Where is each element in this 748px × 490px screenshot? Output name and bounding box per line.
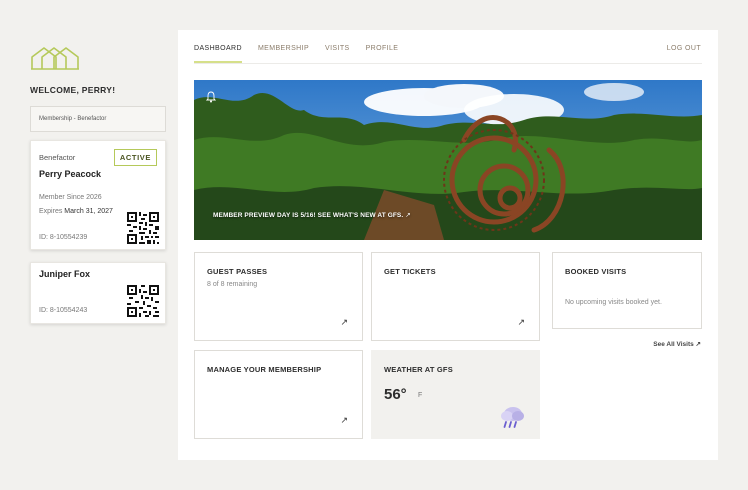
logout-link[interactable]: LOG OUT xyxy=(667,45,701,52)
tab-membership[interactable]: MEMBERSHIP xyxy=(258,45,309,63)
arrow-up-right-icon: ↗ xyxy=(340,415,348,425)
hero-text: MEMBER PREVIEW DAY IS 5/16! SEE WHAT'S N… xyxy=(213,212,404,219)
nav-divider xyxy=(194,63,702,64)
expires-label: Expires xyxy=(39,208,63,215)
tile-title: GUEST PASSES xyxy=(207,267,268,276)
member-since: Member Since 2026 xyxy=(39,194,102,201)
tile-title: GET TICKETS xyxy=(384,267,436,276)
hero-link[interactable]: MEMBER PREVIEW DAY IS 5/16! SEE WHAT'S N… xyxy=(213,211,411,219)
member-card-primary[interactable]: Benefactor ACTIVE Perry Peacock Member S… xyxy=(30,140,166,250)
manage-membership-tile[interactable]: MANAGE YOUR MEMBERSHIP ↗ xyxy=(194,350,363,439)
weather-unit: F xyxy=(418,392,423,399)
guest-passes-remaining: 8 of 8 remaining xyxy=(207,281,258,288)
see-all-visits-link[interactable]: See All Visits ↗ xyxy=(653,340,701,348)
weather-temperature: 56° xyxy=(384,386,407,403)
member-name: Juniper Fox xyxy=(39,269,91,279)
membership-select[interactable]: Membership - Benefactor xyxy=(30,106,166,132)
tab-visits[interactable]: VISITS xyxy=(325,45,350,63)
member-tier: Benefactor xyxy=(39,153,76,162)
qr-code-icon[interactable] xyxy=(127,212,159,244)
arrow-up-right-icon: ↗ xyxy=(517,317,525,327)
member-expires: Expires March 31, 2027 xyxy=(39,206,113,217)
member-id: ID: 8-10554239 xyxy=(39,234,88,241)
weather-tile: WEATHER AT GFS 56° F xyxy=(371,350,540,439)
member-card-secondary[interactable]: Juniper Fox ID: 8-10554243 xyxy=(30,262,166,324)
member-name: Perry Peacock xyxy=(39,169,102,179)
booked-visits-empty: No upcoming visits booked yet. xyxy=(565,299,662,306)
tile-title: WEATHER AT GFS xyxy=(384,365,453,374)
booked-visits-tile: BOOKED VISITS No upcoming visits booked … xyxy=(552,252,702,329)
member-id: ID: 8-10554243 xyxy=(39,307,88,314)
dashboard-panel: DASHBOARD MEMBERSHIP VISITS PROFILE LOG … xyxy=(178,30,718,460)
expires-date: March 31, 2027 xyxy=(64,208,113,215)
arrow-up-right-icon: ↗ xyxy=(340,317,348,327)
get-tickets-tile[interactable]: GET TICKETS ↗ xyxy=(371,252,540,341)
tile-title: MANAGE YOUR MEMBERSHIP xyxy=(207,365,322,374)
hero-banner[interactable]: MEMBER PREVIEW DAY IS 5/16! SEE WHAT'S N… xyxy=(194,80,702,240)
welcome-heading: WELCOME, PERRY! xyxy=(30,85,116,95)
logo[interactable] xyxy=(30,45,80,71)
rain-cloud-icon xyxy=(501,407,524,428)
tab-profile[interactable]: PROFILE xyxy=(366,45,399,63)
guest-passes-tile[interactable]: GUEST PASSES 8 of 8 remaining ↗ xyxy=(194,252,363,341)
status-badge: ACTIVE xyxy=(113,149,157,166)
qr-code-icon[interactable] xyxy=(127,285,159,317)
arrow-up-right-icon: ↗ xyxy=(405,212,411,219)
tile-title: BOOKED VISITS xyxy=(565,267,627,276)
bell-icon xyxy=(206,91,216,103)
main-nav: DASHBOARD MEMBERSHIP VISITS PROFILE xyxy=(194,45,398,63)
tab-dashboard[interactable]: DASHBOARD xyxy=(194,45,242,63)
